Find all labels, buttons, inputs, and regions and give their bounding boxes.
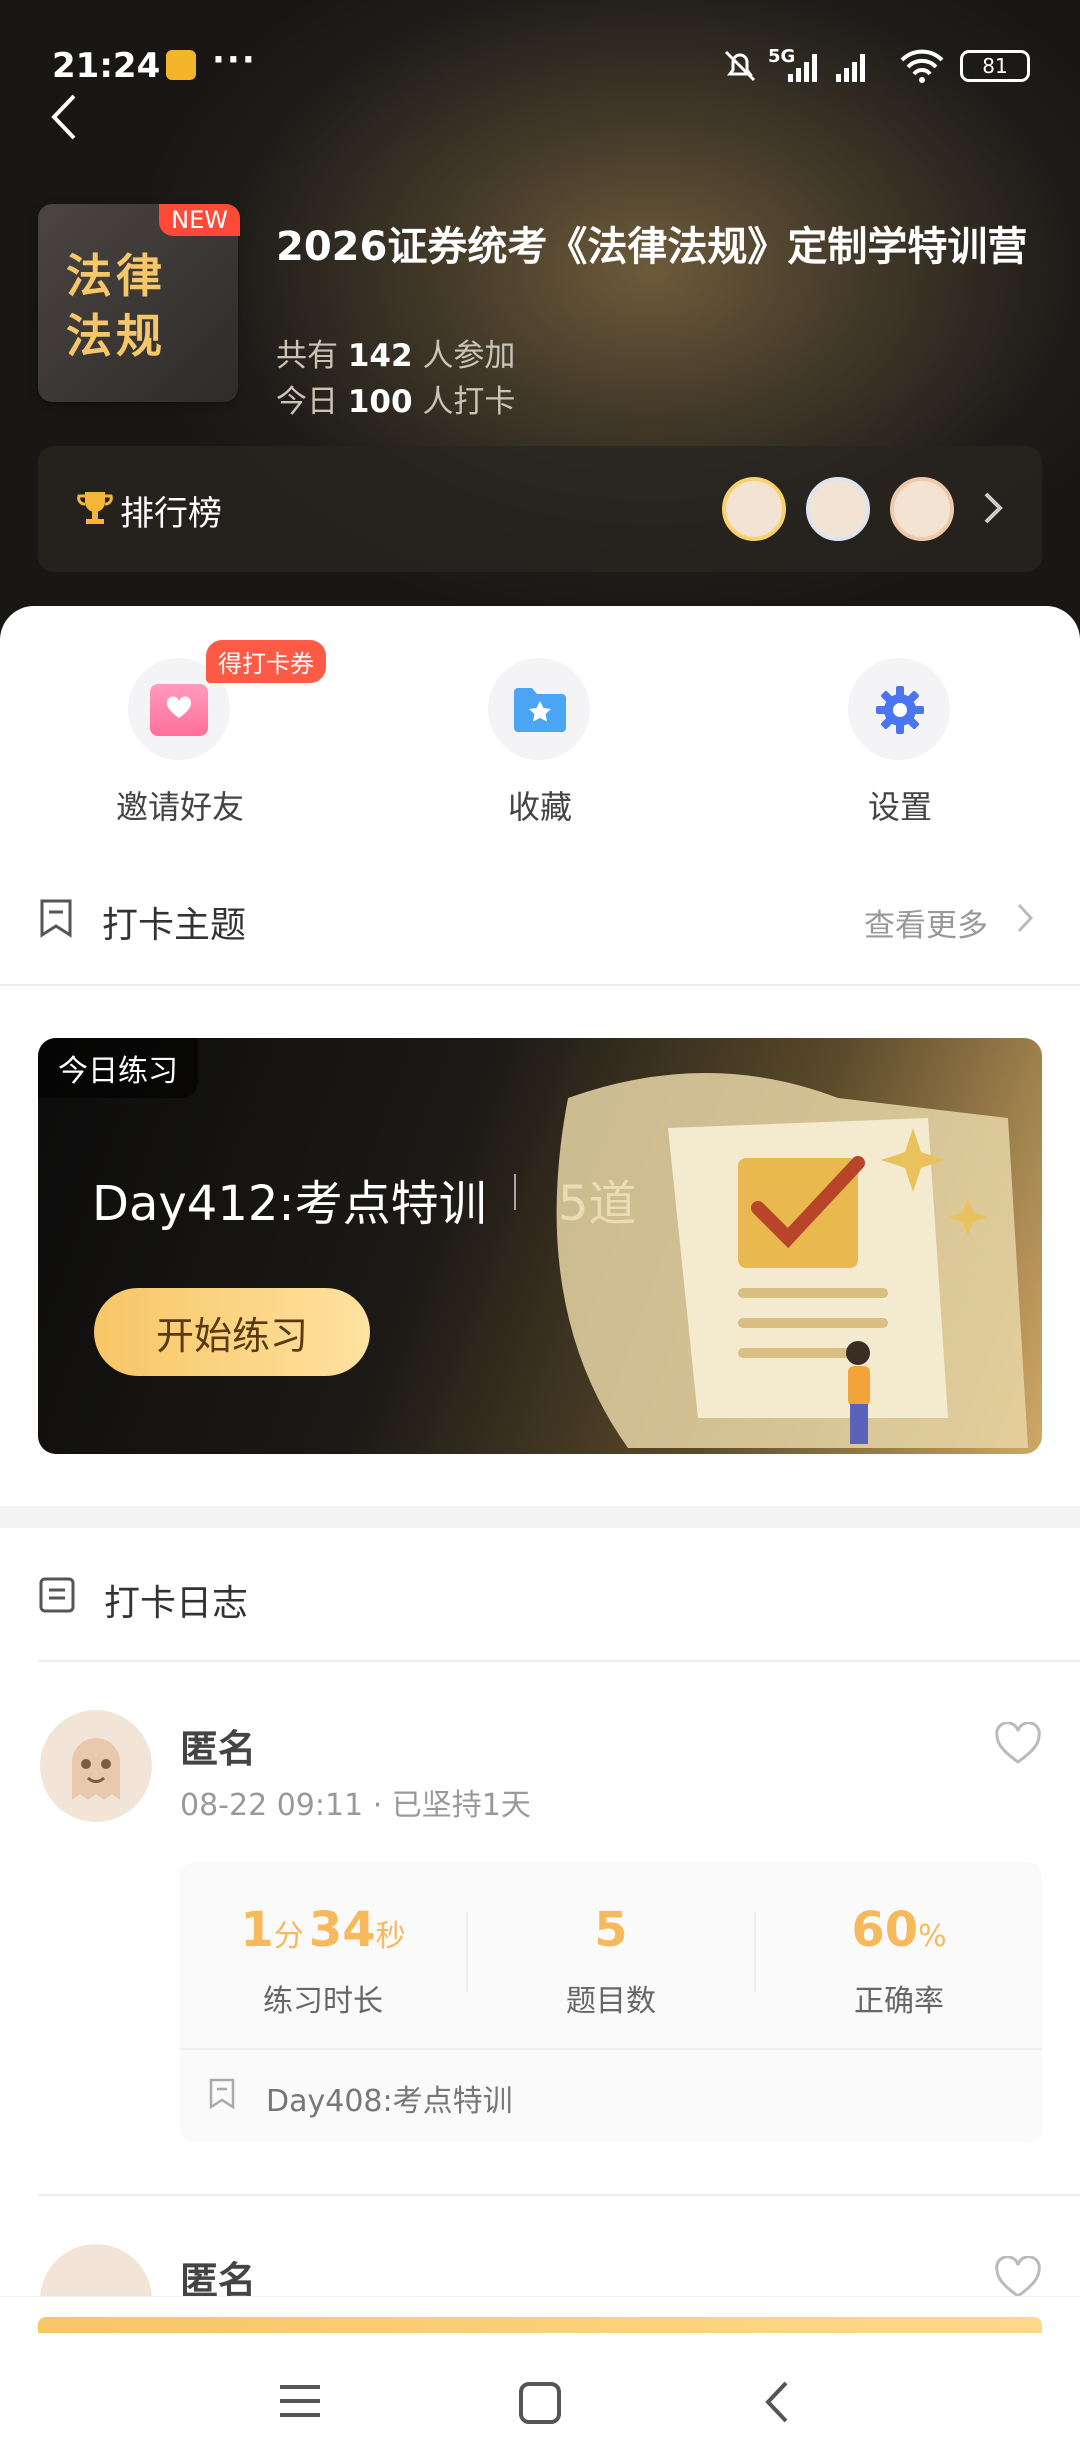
checklist-illustration [508, 1058, 1028, 1452]
trophy-icon [76, 488, 114, 532]
signal-icon [788, 50, 908, 88]
bottom-navigation [0, 2296, 1080, 2460]
back-nav-icon[interactable] [762, 2379, 792, 2429]
gear-icon [872, 682, 928, 742]
content-sheet [0, 606, 1080, 2460]
ranking-bar[interactable]: 排行榜 [38, 446, 1042, 572]
favorites-button[interactable] [488, 658, 590, 760]
today-practice-tag: 今日练习 [38, 1038, 198, 1098]
practice-stats-card: 1分 34秒 练习时长 5 题目数 60% 正确率 Day408:考点特训 [180, 1862, 1042, 2142]
questions-value: 5 [594, 1902, 628, 1958]
settings-label: 设置 [867, 788, 932, 826]
more-notifications-icon: ··· [212, 40, 257, 80]
practice-title: Day412:考点特训 [92, 1176, 487, 1232]
notification-app-icon [166, 50, 196, 80]
user-avatar [40, 1710, 152, 1822]
rank-avatar-3 [890, 477, 954, 541]
battery-level: 81 [982, 54, 1008, 78]
wifi-icon [898, 48, 946, 88]
coupon-badge: 得打卡券 [206, 640, 326, 683]
divider [0, 984, 1080, 986]
rank-avatar-1 [722, 477, 786, 541]
chevron-right-icon [982, 490, 1004, 530]
battery-icon: 81 [960, 50, 1030, 82]
entry-meta: 08-22 09:11 · 已坚持1天 [180, 1788, 531, 1823]
favorites-label: 收藏 [507, 788, 572, 826]
duration-label: 练习时长 [263, 1984, 383, 2019]
status-time: 21:24 [52, 46, 161, 86]
mute-bell-icon [720, 46, 760, 90]
checkins-info: 今日 100 人打卡 [276, 384, 516, 420]
section-gap [0, 1506, 1080, 1528]
action-bar-edge [38, 2317, 1042, 2333]
menu-icon[interactable] [278, 2381, 322, 2425]
notes-icon [38, 1576, 76, 1618]
cover-title: 法律 法规 [66, 249, 166, 363]
questions-label: 题目数 [566, 1984, 656, 2019]
course-title: 2026证券统考《法律法规》定制学特训营 [276, 224, 1028, 270]
new-badge: NEW [159, 204, 240, 236]
accuracy-label: 正确率 [854, 1984, 944, 2019]
folder-star-icon [512, 684, 568, 738]
start-practice-button[interactable]: 开始练习 [94, 1288, 370, 1376]
invite-friends-label: 邀请好友 [115, 788, 244, 826]
rank-avatar-2 [806, 477, 870, 541]
like-heart-icon[interactable] [994, 1721, 1042, 1770]
home-icon[interactable] [518, 2381, 562, 2429]
user-name: 匿名 [180, 1727, 257, 1771]
participants-info: 共有 142 人参加 [276, 338, 516, 374]
chevron-right-icon [1016, 902, 1034, 938]
divider [38, 2194, 1080, 2196]
envelope-heart-icon [150, 684, 208, 736]
bookmark-icon [208, 2078, 236, 2114]
settings-button[interactable] [848, 658, 950, 760]
accuracy-value: 60% [851, 1902, 947, 1958]
view-more-link[interactable]: 查看更多 [864, 900, 988, 945]
ranking-label: 排行榜 [120, 494, 222, 534]
course-cover: 法律 法规 NEW [38, 204, 240, 402]
back-button[interactable] [46, 92, 86, 142]
bookmark-icon [38, 898, 74, 942]
divider [180, 2048, 1042, 2050]
daily-practice-card[interactable]: 今日练习 Day412:考点特训 5道 开始练习 [38, 1038, 1042, 1454]
divider [38, 1660, 1080, 1662]
entry-topic[interactable]: Day408:考点特训 [266, 2076, 513, 2120]
log-section-title: 打卡日志 [104, 1583, 249, 1624]
duration-value: 1分 34秒 [240, 1902, 406, 1958]
theme-section-title: 打卡主题 [102, 905, 247, 946]
